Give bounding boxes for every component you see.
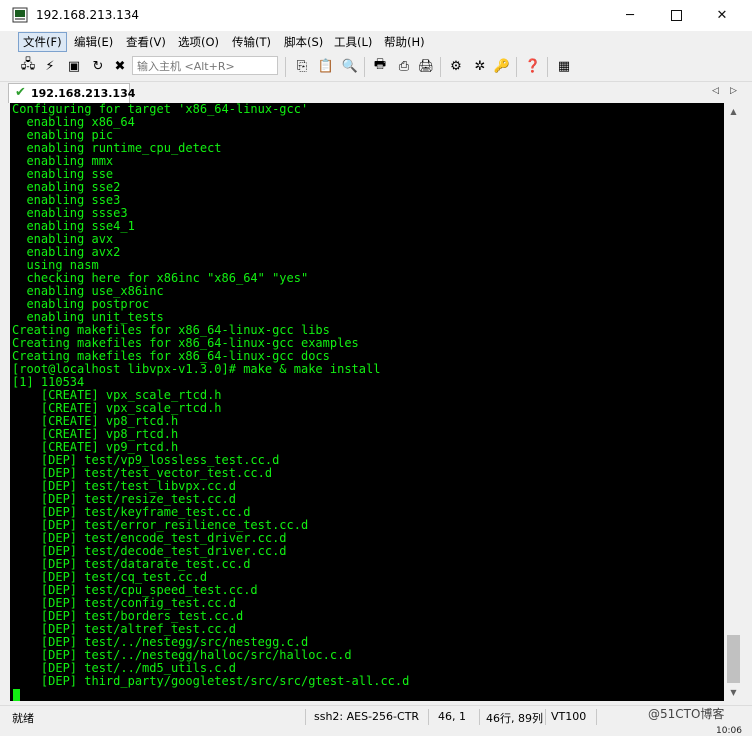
connected-check-icon: ✔ bbox=[15, 85, 26, 100]
minimize-icon: ─ bbox=[626, 7, 634, 23]
title-bar: 192.168.213.134 ─ ✕ bbox=[0, 0, 752, 31]
status-cipher: ssh2: AES-256-CTR bbox=[314, 710, 420, 723]
securecrt-app-icon bbox=[12, 7, 28, 23]
sftp-icon[interactable]: ▦ bbox=[554, 56, 574, 76]
menu-transfer[interactable]: 传输(T) bbox=[228, 33, 275, 51]
status-divider bbox=[596, 709, 597, 725]
menu-help[interactable]: 帮助(H) bbox=[380, 33, 429, 51]
taskbar-clock: 10:06 bbox=[716, 726, 742, 736]
menu-bar: 文件(F) 编辑(E) 查看(V) 选项(O) 传输(T) 脚本(S) 工具(L… bbox=[0, 31, 752, 53]
help-icon[interactable]: ❓ bbox=[523, 56, 543, 76]
print-selection-icon[interactable]: ⎙ bbox=[394, 56, 414, 76]
close-button[interactable]: ✕ bbox=[699, 0, 745, 30]
tab-scroll-left-icon[interactable]: ◁ bbox=[712, 86, 719, 96]
terminal-line: [DEP] third_party/googletest/src/src/gte… bbox=[12, 674, 410, 688]
scroll-down-icon[interactable]: ▼ bbox=[725, 684, 742, 701]
toolbar-divider bbox=[364, 57, 365, 77]
menu-script[interactable]: 脚本(S) bbox=[280, 33, 327, 51]
toolbar-divider bbox=[516, 57, 517, 77]
menu-options[interactable]: 选项(O) bbox=[174, 33, 223, 51]
global-options-icon[interactable]: ✲ bbox=[470, 56, 490, 76]
terminal-scrollbar[interactable]: ▲ ▼ bbox=[725, 103, 742, 701]
maximize-button[interactable] bbox=[653, 0, 699, 30]
toolbar-divider bbox=[547, 57, 548, 77]
disconnect-icon[interactable]: ✖ bbox=[110, 56, 130, 76]
reconnect-icon[interactable]: ↻ bbox=[88, 56, 108, 76]
tab-scroll-right-icon[interactable]: ▷ bbox=[730, 86, 737, 96]
menu-file[interactable]: 文件(F) bbox=[18, 32, 67, 52]
connect-icon[interactable]: 🖧 bbox=[18, 56, 38, 76]
session-tab-strip: ✔ 192.168.213.134 ◁ ▷ bbox=[0, 82, 752, 104]
scrollbar-thumb[interactable] bbox=[727, 635, 740, 683]
scroll-up-icon[interactable]: ▲ bbox=[725, 103, 742, 120]
tab-session[interactable]: ✔ 192.168.213.134 bbox=[8, 83, 135, 103]
watermark: @51CTO博客 bbox=[648, 707, 725, 721]
terminal-output: Configuring for target 'x86_64-linux-gcc… bbox=[12, 103, 409, 688]
status-divider bbox=[545, 709, 546, 725]
toolbar-divider bbox=[285, 57, 286, 77]
menu-tools[interactable]: 工具(L) bbox=[330, 33, 376, 51]
tab-session-label: 192.168.213.134 bbox=[31, 87, 136, 100]
close-icon: ✕ bbox=[716, 7, 728, 23]
session-options-icon[interactable]: ⚙ bbox=[446, 56, 466, 76]
terminal-cursor bbox=[13, 689, 20, 701]
copy-icon[interactable]: ⎘ bbox=[292, 56, 312, 76]
window-title: 192.168.213.134 bbox=[36, 8, 140, 22]
status-ready: 就绪 bbox=[12, 712, 34, 725]
toolbar: 🖧 ⚡ ▣ ↻ ✖ 输入主机 <Alt+R> ⎘ 📋 🔍 🖶 ⎙ 🖨 ⚙ ✲ 🔑… bbox=[0, 53, 752, 82]
status-terminal-size: 46行, 89列 bbox=[486, 712, 543, 725]
status-bar: 就绪 ssh2: AES-256-CTR 46, 1 46行, 89列 VT10… bbox=[0, 705, 752, 728]
status-terminal-type: VT100 bbox=[551, 710, 587, 723]
connect-tab-icon[interactable]: ▣ bbox=[64, 56, 84, 76]
find-icon[interactable]: 🔍 bbox=[340, 56, 360, 76]
status-divider bbox=[305, 709, 306, 725]
keymap-icon[interactable]: 🔑 bbox=[492, 56, 512, 76]
toolbar-divider bbox=[440, 57, 441, 77]
maximize-icon bbox=[670, 9, 682, 21]
print-icon[interactable]: 🖶 bbox=[370, 56, 390, 76]
host-input[interactable]: 输入主机 <Alt+R> bbox=[132, 56, 278, 75]
printer-setup-icon[interactable]: 🖨 bbox=[416, 56, 436, 76]
menu-view[interactable]: 查看(V) bbox=[122, 33, 170, 51]
status-divider bbox=[479, 709, 480, 725]
quick-connect-icon[interactable]: ⚡ bbox=[40, 56, 60, 76]
status-cursor-position: 46, 1 bbox=[438, 710, 466, 723]
status-divider bbox=[428, 709, 429, 725]
paste-icon[interactable]: 📋 bbox=[316, 56, 336, 76]
minimize-button[interactable]: ─ bbox=[607, 0, 653, 30]
menu-edit[interactable]: 编辑(E) bbox=[70, 33, 117, 51]
terminal-view[interactable]: Configuring for target 'x86_64-linux-gcc… bbox=[10, 103, 724, 701]
